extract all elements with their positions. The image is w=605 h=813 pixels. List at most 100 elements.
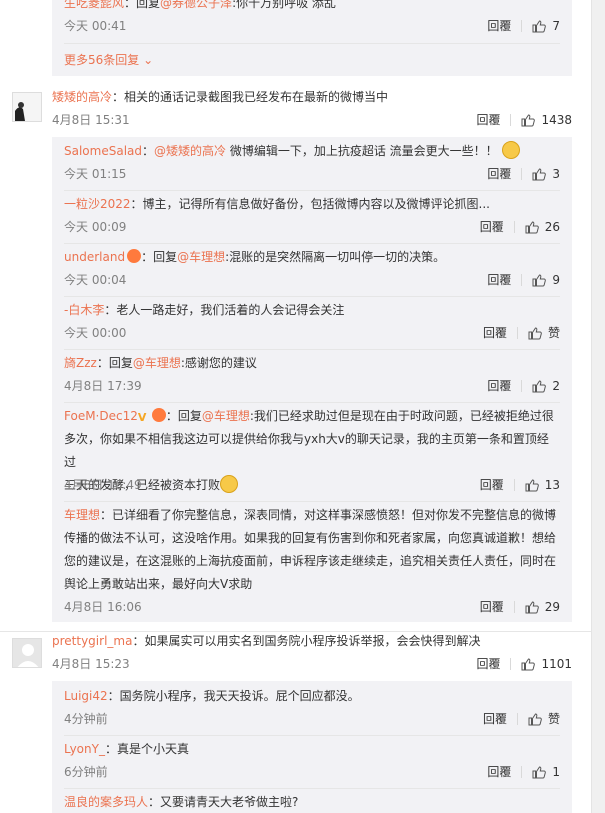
reply-line: 舆论上勇敢站出来，最好向大V求助 xyxy=(64,577,253,591)
more-replies-link[interactable]: 更多56条回复 ⌄ xyxy=(64,53,153,67)
mention-link[interactable]: @车理想 xyxy=(202,409,250,423)
action-divider xyxy=(516,713,518,725)
scrollbar[interactable] xyxy=(591,0,605,813)
reply-actions: 回覆 3 xyxy=(487,167,560,181)
reply-username[interactable]: 生吃菱髭风 xyxy=(64,0,124,10)
reply-time: 6分钟前 xyxy=(64,765,108,779)
reply-text: 温良的案多玛人：又要请青天大老爷做主啦? xyxy=(64,791,560,813)
reply-actions: 回覆 2 xyxy=(487,379,560,393)
reply-username[interactable]: underland xyxy=(64,250,125,264)
reply-username[interactable]: 一粒沙2022 xyxy=(64,197,131,211)
thumbs-up-icon[interactable] xyxy=(525,478,539,492)
reply-username[interactable]: -白木李 xyxy=(64,303,104,317)
verified-v-icon: V xyxy=(137,411,147,424)
reply-username[interactable]: SalomeSalad xyxy=(64,144,142,158)
mention-link[interactable]: @券德公子泽 xyxy=(160,0,232,10)
thumbs-up-icon[interactable] xyxy=(532,167,547,181)
reply-meta-row: 4月8日 17:39 回覆 2 xyxy=(64,379,560,393)
like-count: 7 xyxy=(552,19,560,33)
thumbs-up-icon[interactable] xyxy=(532,765,547,779)
thumbs-up-icon[interactable] xyxy=(532,273,547,287)
reply-line: 多次，你如果不相信我这边可以提供给你我与yxh大v的聊天记录，我的主页第一条和置… xyxy=(64,432,549,469)
reply-username[interactable]: FoeM·Dec12 xyxy=(64,409,138,423)
reply-meta-row: 4月8日 16:06 回覆 29 xyxy=(64,600,560,614)
reply-button[interactable]: 回覆 xyxy=(487,273,511,287)
like-count: 26 xyxy=(544,220,560,234)
avatar-image xyxy=(13,93,41,121)
reply-text: 一粒沙2022：博主，记得所有信息做好备份，包括微博内容以及微博评论抓图... xyxy=(64,193,560,216)
reply-username[interactable]: 车理想 xyxy=(64,508,100,522)
reply-line: 传播的做法不认可，这没啥作用。如果我的回复有伤害到你和死者家属，向您真诚道歉！想… xyxy=(64,531,557,545)
thumbs-up-icon[interactable] xyxy=(521,657,536,671)
action-divider xyxy=(510,114,512,126)
thumbs-up-icon[interactable] xyxy=(521,113,536,127)
reply-button[interactable]: 回覆 xyxy=(487,765,511,779)
reply-button[interactable]: 回覆 xyxy=(487,19,511,33)
like-count: 13 xyxy=(544,478,560,492)
comment-meta-row: 4月8日 15:23 回覆 1101 xyxy=(52,657,572,671)
thumbs-up-icon[interactable] xyxy=(525,220,539,234)
reply-line: FoeM·Dec12V ：回复@车理想:我们已经求助过但是现在由于时政问题，已经被… xyxy=(64,405,560,428)
reply-text: LyonY_：真是个小天真 xyxy=(64,738,560,761)
emoji-icon xyxy=(501,141,520,159)
like-count: 赞 xyxy=(547,712,560,726)
avatar[interactable] xyxy=(12,638,42,668)
thumbs-up-icon[interactable] xyxy=(528,326,542,340)
mention-link[interactable]: @矮矮的高冷 xyxy=(154,144,226,158)
reply-username[interactable]: LyonY_ xyxy=(64,742,105,756)
avatar[interactable] xyxy=(12,92,42,122)
reply-line: 您的建议是，在这混账的上海抗疫面前，申诉程序该走继续走，追究相关责任人责任，同时… xyxy=(64,554,557,568)
reply-time: 今天 00:41 xyxy=(64,19,127,33)
reply-content: 微博编辑一下，加上抗疫超话 流量会更大一些！！ xyxy=(226,144,498,158)
reply-time: 今天 00:00 xyxy=(64,326,127,340)
action-divider xyxy=(521,274,523,286)
reply-button[interactable]: 回覆 xyxy=(476,657,500,671)
mention-link[interactable]: @车理想 xyxy=(133,356,181,370)
separator: ：回复 xyxy=(141,250,178,264)
reply-button[interactable]: 回覆 xyxy=(480,600,504,614)
reply-meta-row: 今天 00:04 回覆 9 xyxy=(64,273,560,287)
comment-time: 4月8日 15:31 xyxy=(52,113,130,127)
comment-username[interactable]: prettygirl_ma xyxy=(52,634,132,648)
reply-button[interactable]: 回覆 xyxy=(483,326,507,340)
reply-username[interactable]: 温良的案多玛人 xyxy=(64,795,148,809)
reply-button[interactable]: 回覆 xyxy=(483,712,507,726)
reply-button[interactable]: 回覆 xyxy=(480,478,504,492)
reply-username[interactable]: Luigi42 xyxy=(64,689,108,703)
thumbs-up-icon[interactable] xyxy=(532,19,547,33)
comment-text: 矮矮的高冷：相关的通话记录截图我已经发布在最新的微博当中 xyxy=(52,86,572,109)
reply-actions: 回覆 29 xyxy=(480,600,560,614)
reply-button[interactable]: 回覆 xyxy=(487,167,511,181)
reply-meta-row: 4分钟前 回覆 赞 xyxy=(64,712,560,726)
comment-username[interactable]: 矮矮的高冷 xyxy=(52,90,112,104)
reply-content: ：国务院小程序，我天天投诉。屁个回应都没。 xyxy=(107,689,360,703)
reply-button[interactable]: 回覆 xyxy=(476,113,500,127)
reply-meta-row: 今天 00:00 回覆 赞 xyxy=(64,326,560,340)
thumbs-up-icon[interactable] xyxy=(528,712,542,726)
separator-line xyxy=(64,735,560,736)
separator: ：回复 xyxy=(96,356,133,370)
top-reply-block: 生吃菱髭风：回复@券德公子泽:你千万别呼吸 添乱 今天 00:41 回覆 7 更… xyxy=(52,0,572,76)
separator-line xyxy=(64,243,560,244)
comment-meta-row: 4月8日 15:31 回覆 1438 xyxy=(52,113,572,127)
mention-link[interactable]: @车理想 xyxy=(177,250,225,264)
thumbs-up-icon[interactable] xyxy=(532,379,547,393)
reply-actions: 回覆 13 xyxy=(480,478,560,492)
reply-actions: 回覆 9 xyxy=(487,273,560,287)
reply-button[interactable]: 回覆 xyxy=(487,379,511,393)
like-count: 9 xyxy=(552,273,560,287)
action-divider xyxy=(513,479,515,491)
like-count: 2 xyxy=(552,379,560,393)
reply-text: 车理想：已详细看了你完整信息，深表同情，对这样事深感愤怒！但对你发不完整信息的微… xyxy=(64,504,560,596)
action-divider xyxy=(521,766,523,778)
like-count: 1 xyxy=(552,765,560,779)
reply-button[interactable]: 回覆 xyxy=(480,220,504,234)
reply-text: SalomeSalad：@矮矮的高冷 微博编辑一下，加上抗疫超话 流量会更大一些… xyxy=(64,140,560,163)
reply-actions: 回覆 赞 xyxy=(483,326,560,340)
comment-actions: 回覆 1101 xyxy=(476,657,572,671)
thumbs-up-icon[interactable] xyxy=(525,600,539,614)
separator-line xyxy=(64,296,560,297)
reply-username[interactable]: 旖Zzz xyxy=(64,356,97,370)
reply-content: ：博主，记得所有信息做好备份，包括微博内容以及微博评论抓图... xyxy=(130,197,490,211)
comment-actions: 回覆 1438 xyxy=(476,113,572,127)
